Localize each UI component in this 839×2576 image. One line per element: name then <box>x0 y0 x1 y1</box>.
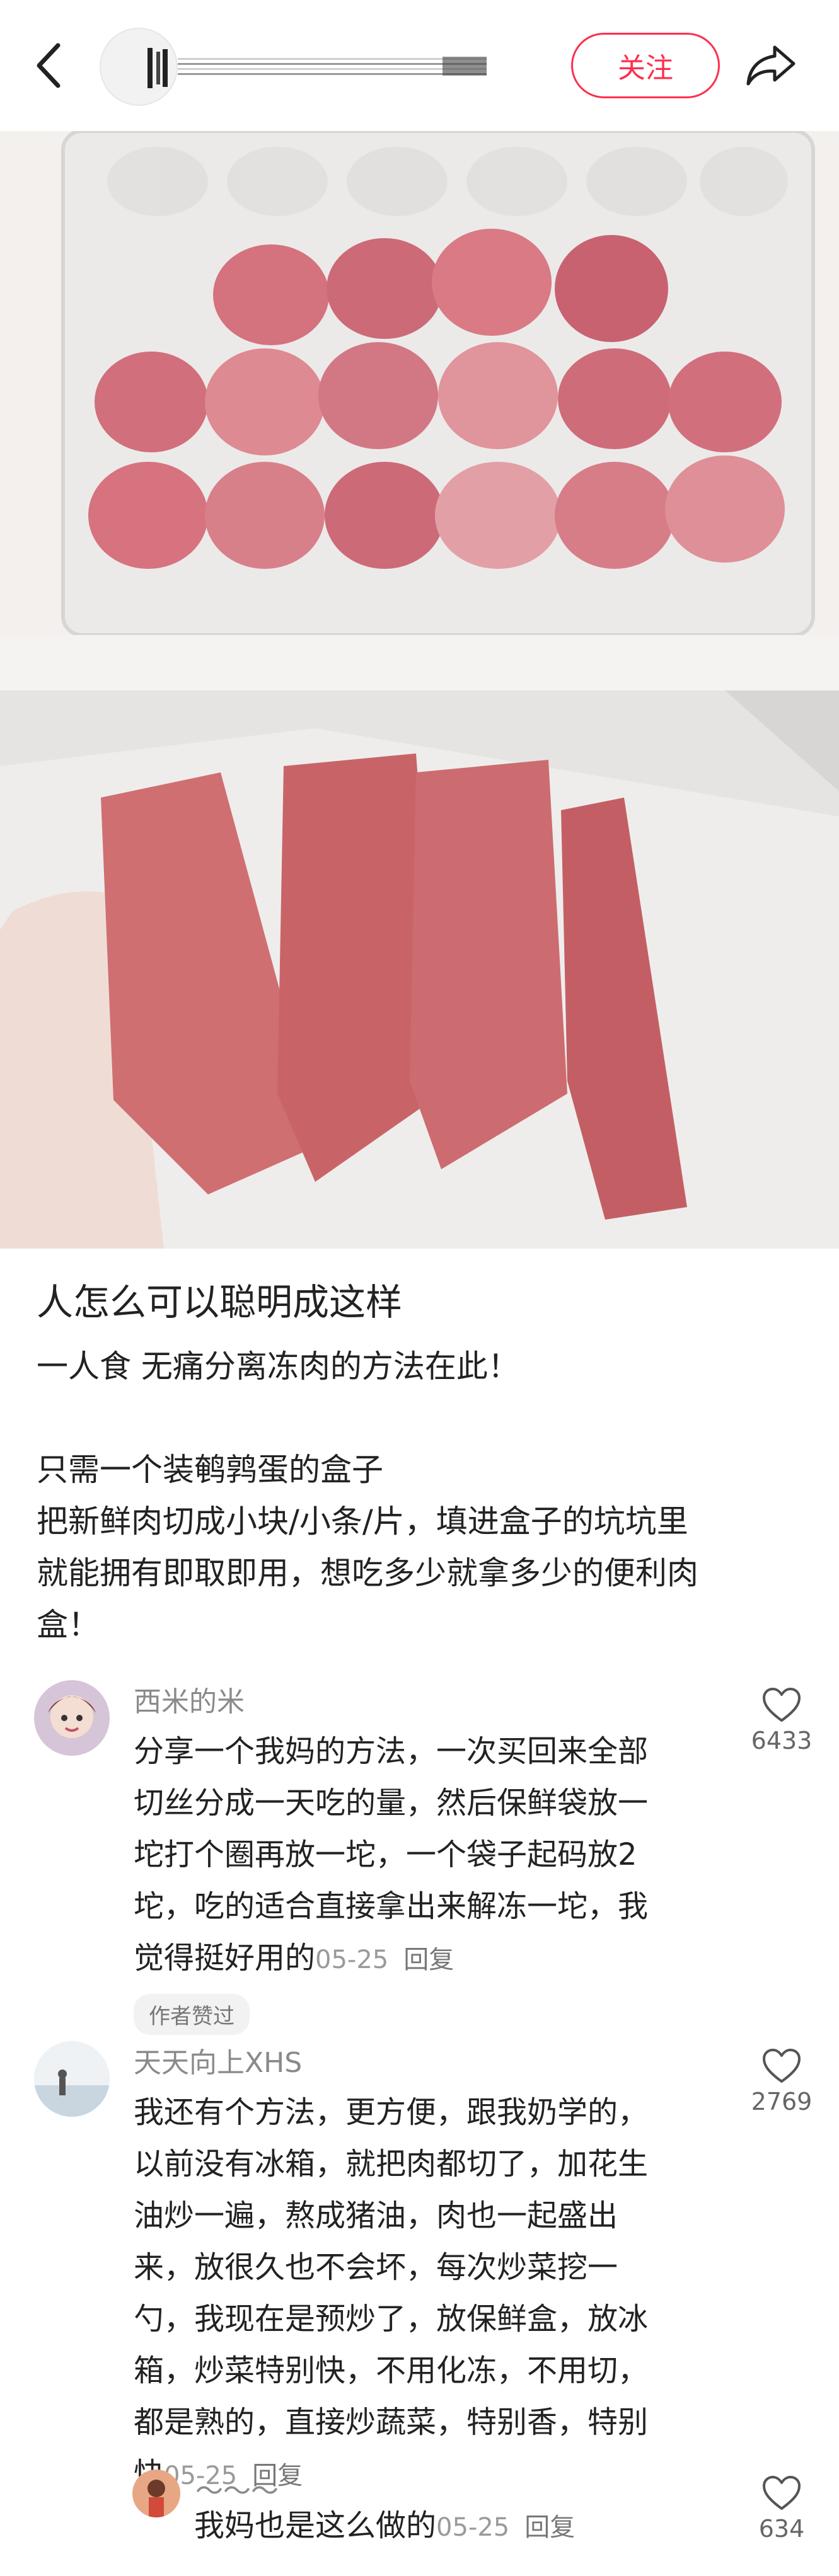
post-body: 一人食 无痛分离冻肉的方法在此！ 只需一个装鹌鹑蛋的盒子 把新鲜肉切成小块/小条… <box>37 1341 806 1651</box>
post-image-meat-in-tray[interactable] <box>0 131 839 690</box>
avatar-image <box>34 2041 110 2117</box>
top-bar: 关注 <box>0 0 839 131</box>
author-avatar[interactable] <box>100 28 178 106</box>
like-button[interactable]: 6433 <box>744 1686 819 1755</box>
comment-text: 我妈也是这么做的05-25 回复 <box>194 2500 575 2553</box>
back-button[interactable] <box>25 35 71 96</box>
comment-text-line: 箱，炒菜特别快，不用化冻，不用切， <box>134 2353 649 2388</box>
comment-text-line: 坨，吃的适合直接拿出来解冻一坨，我 <box>134 1889 649 1924</box>
comment-text-line: 觉得挺好用的05-25 回复 <box>134 1932 648 1986</box>
post-title: 人怎么可以聪明成这样 <box>37 1281 403 1324</box>
commenter-avatar[interactable] <box>34 2041 110 2117</box>
comment-text-line: 分享一个我妈的方法，一次买回来全部 <box>134 1734 649 1769</box>
comment-text-line: 我妈也是这么做的05-25 回复 <box>194 2500 575 2553</box>
heart-outline-icon <box>763 2049 801 2083</box>
commenter-name[interactable]: 西米的米 <box>134 1679 245 1719</box>
comment-text-tail: 觉得挺好用的 <box>134 1940 316 1976</box>
avatar-image <box>148 48 168 88</box>
comment-text: 分享一个我妈的方法，一次买回来全部 切丝分成一天吃的量，然后保鲜袋放一 坨打个圈… <box>134 1726 648 1986</box>
post-body-line: 把新鲜肉切成小块/小条/片，填进盒子的坑坑里 <box>37 1503 688 1540</box>
commenter-avatar[interactable] <box>34 1680 110 1756</box>
like-button[interactable]: 634 <box>744 2475 819 2543</box>
commenter-name[interactable]: 天天向上XHS <box>134 2040 302 2080</box>
reply-button[interactable]: 回复 <box>524 2513 575 2542</box>
commenter-avatar[interactable] <box>132 2470 180 2517</box>
like-button[interactable]: 2769 <box>744 2047 819 2115</box>
comment-text-line: 我还有个方法，更方便，跟我奶学的， <box>134 2095 649 2130</box>
like-count: 2769 <box>751 2088 813 2115</box>
comment-text-line: 以前没有冰箱，就把肉都切了，加花生 <box>134 2146 649 2182</box>
post-body-line: 就能拥有即取即用，想吃多少就拿多少的便利肉 <box>37 1555 698 1591</box>
share-button[interactable] <box>736 34 806 97</box>
avatar-image <box>132 2470 180 2517</box>
comment-text-line: 油炒一遍，熬成猪油，肉也一起盛出 <box>134 2198 618 2233</box>
chevron-left-icon <box>37 43 61 88</box>
share-arrow-icon <box>746 45 796 86</box>
post-body-line: 只需一个装鹌鹑蛋的盒子 <box>37 1451 383 1488</box>
comment-text: 我还有个方法，更方便，跟我奶学的， 以前没有冰箱，就把肉都切了，加花生 油炒一遍… <box>134 2087 648 2502</box>
author-liked-badge: 作者赞过 <box>134 1994 250 2035</box>
like-count: 634 <box>758 2515 805 2543</box>
comment-date: 05-25 <box>315 1945 389 1974</box>
heart-outline-icon <box>763 1688 801 1722</box>
author-name-redacted[interactable] <box>178 54 487 78</box>
comment-text-line: 来，放很久也不会坏，每次炒菜挖一 <box>134 2250 618 2285</box>
post-image-sliced-meat[interactable] <box>0 690 839 1249</box>
comment-date: 05-25 <box>436 2513 510 2542</box>
heart-outline-icon <box>763 2476 801 2510</box>
comment-text-tail: 我妈也是这么做的 <box>194 2508 437 2543</box>
comment-text-line: 都是熟的，直接炒蔬菜，特别香，特别 <box>134 2405 649 2440</box>
comment-text-line: 切丝分成一天吃的量，然后保鲜袋放一 <box>134 1785 649 1821</box>
post-body-line: 盒！ <box>37 1606 100 1643</box>
follow-button[interactable]: 关注 <box>571 33 720 98</box>
comment-text-line: 坨打个圈再放一坨，一个袋子起码放2 <box>134 1837 637 1872</box>
avatar-image <box>34 1680 110 1756</box>
comment-text-line: 勺，我现在是预炒了，放保鲜盒，放冰 <box>134 2301 649 2337</box>
reply-button[interactable]: 回复 <box>403 1945 454 1974</box>
like-count: 6433 <box>751 1727 813 1755</box>
post-body-line: 一人食 无痛分离冻肉的方法在此！ <box>37 1348 519 1385</box>
